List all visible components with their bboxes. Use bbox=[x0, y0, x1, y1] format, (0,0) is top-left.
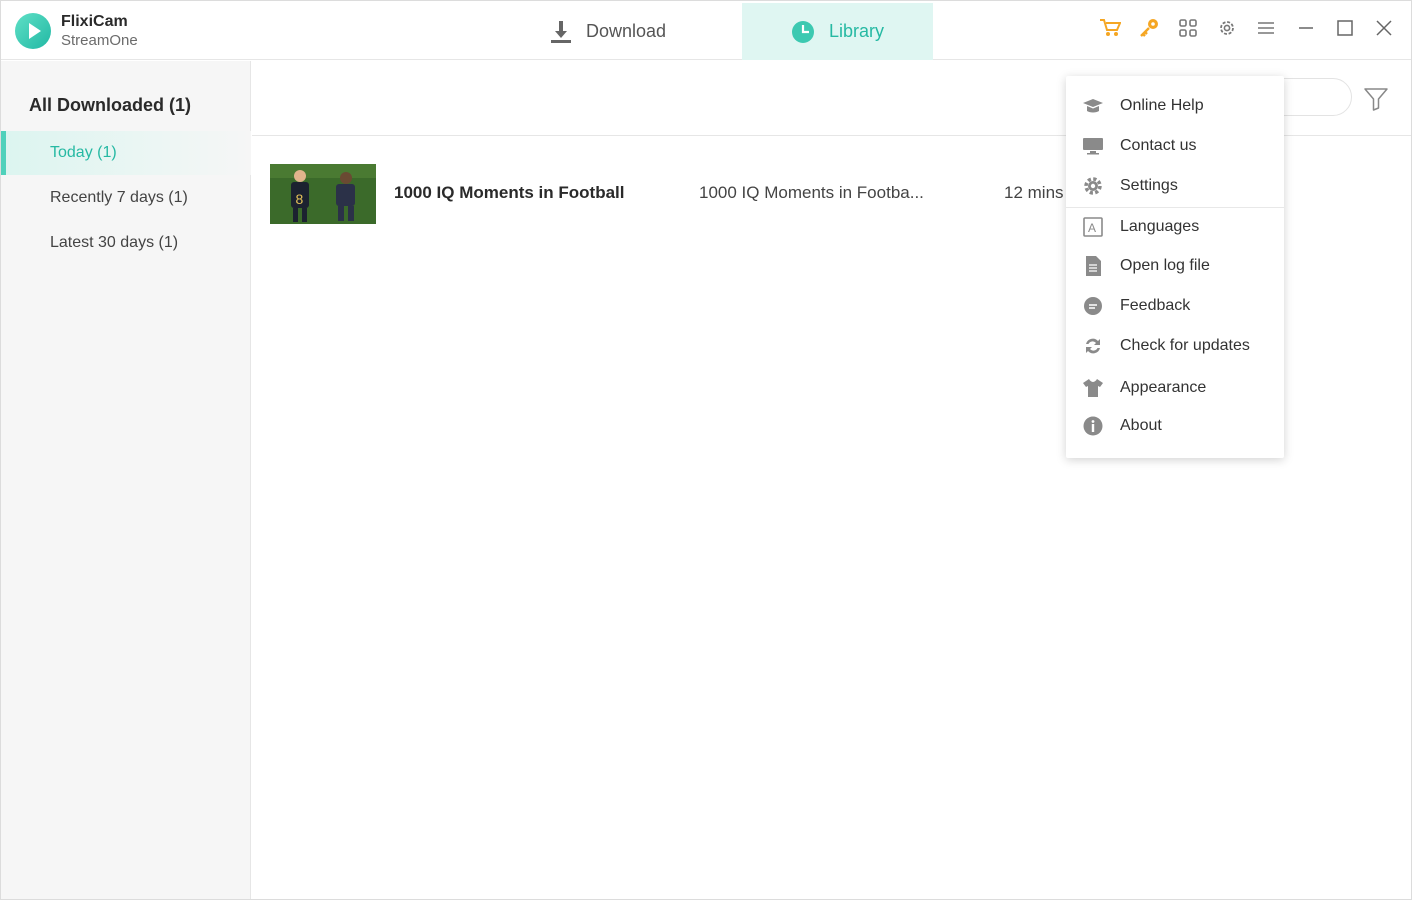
video-subtitle: 1000 IQ Moments in Footba... bbox=[699, 183, 924, 202]
menu-item-label: Feedback bbox=[1120, 297, 1191, 314]
download-icon bbox=[550, 20, 572, 44]
minimize-icon[interactable] bbox=[1293, 15, 1319, 41]
close-icon[interactable] bbox=[1371, 15, 1397, 41]
svg-text:8: 8 bbox=[296, 191, 304, 207]
menu-item-feedback[interactable]: Feedback bbox=[1066, 286, 1284, 326]
tab-library[interactable]: Library bbox=[742, 3, 933, 60]
apps-grid-icon[interactable] bbox=[1175, 15, 1201, 41]
title-bar: FlixiCam StreamOne Download Library bbox=[1, 1, 1411, 60]
key-icon[interactable] bbox=[1136, 15, 1162, 41]
sidebar: All Downloaded (1) Today (1) Recently 7 … bbox=[1, 61, 251, 899]
info-icon bbox=[1082, 415, 1104, 437]
graduation-cap-icon bbox=[1082, 95, 1104, 117]
sidebar-item-recently-7-days[interactable]: Recently 7 days (1) bbox=[1, 176, 251, 220]
menu-item-online-help[interactable]: Online Help bbox=[1066, 86, 1284, 126]
menu-item-languages[interactable]: A Languages bbox=[1066, 207, 1284, 247]
tshirt-icon bbox=[1082, 377, 1104, 399]
menu-item-appearance[interactable]: Appearance bbox=[1066, 368, 1284, 408]
tab-library-label: Library bbox=[828, 21, 885, 41]
sidebar-item-today[interactable]: Today (1) bbox=[1, 131, 251, 175]
sidebar-heading[interactable]: All Downloaded (1) bbox=[29, 95, 191, 116]
chat-bubble-icon bbox=[1082, 295, 1104, 317]
gear-icon[interactable] bbox=[1214, 15, 1240, 41]
menu-item-open-log-file[interactable]: Open log file bbox=[1066, 246, 1284, 286]
app-logo bbox=[15, 13, 51, 50]
menu-item-check-for-updates[interactable]: Check for updates bbox=[1066, 326, 1284, 366]
menu-item-label: Online Help bbox=[1120, 97, 1204, 114]
maximize-icon[interactable] bbox=[1332, 15, 1358, 41]
video-thumbnail: 8 bbox=[270, 164, 376, 224]
menu-item-label: Contact us bbox=[1120, 137, 1197, 154]
brand: FlixiCam StreamOne bbox=[15, 12, 138, 51]
monitor-icon bbox=[1082, 135, 1104, 157]
app-name: FlixiCam bbox=[61, 13, 128, 30]
tab-download[interactable]: Download bbox=[477, 3, 739, 60]
gear-icon bbox=[1082, 175, 1104, 197]
tab-download-label: Download bbox=[585, 21, 667, 41]
sidebar-item-latest-30-days[interactable]: Latest 30 days (1) bbox=[1, 221, 251, 265]
filter-icon[interactable] bbox=[1362, 85, 1390, 113]
clock-icon bbox=[791, 20, 815, 44]
app-window: FlixiCam StreamOne Download Library All … bbox=[0, 0, 1412, 900]
toolbar-icons bbox=[1084, 15, 1397, 41]
menu-icon[interactable] bbox=[1253, 15, 1279, 41]
menu-item-label: Languages bbox=[1120, 218, 1200, 235]
menu-item-label: About bbox=[1120, 417, 1162, 434]
svg-text:A: A bbox=[1088, 221, 1096, 235]
menu-item-label: Appearance bbox=[1120, 379, 1207, 396]
menu-item-settings[interactable]: Settings bbox=[1066, 166, 1284, 206]
video-duration: 12 mins bbox=[1004, 183, 1064, 202]
app-subtitle: StreamOne bbox=[61, 32, 138, 49]
menu-item-contact-us[interactable]: Contact us bbox=[1066, 126, 1284, 166]
video-title: 1000 IQ Moments in Football bbox=[394, 183, 625, 202]
menu-item-label: Settings bbox=[1120, 177, 1178, 194]
menu-item-label: Open log file bbox=[1120, 257, 1210, 274]
menu-item-label: Check for updates bbox=[1120, 337, 1250, 354]
cart-icon[interactable] bbox=[1097, 15, 1123, 41]
refresh-icon bbox=[1082, 335, 1104, 357]
language-icon: A bbox=[1082, 216, 1104, 238]
menu-item-about[interactable]: About bbox=[1066, 406, 1284, 446]
main-menu-dropdown: Online Help Contact us Settings A Langua… bbox=[1066, 76, 1284, 458]
document-icon bbox=[1082, 255, 1104, 277]
